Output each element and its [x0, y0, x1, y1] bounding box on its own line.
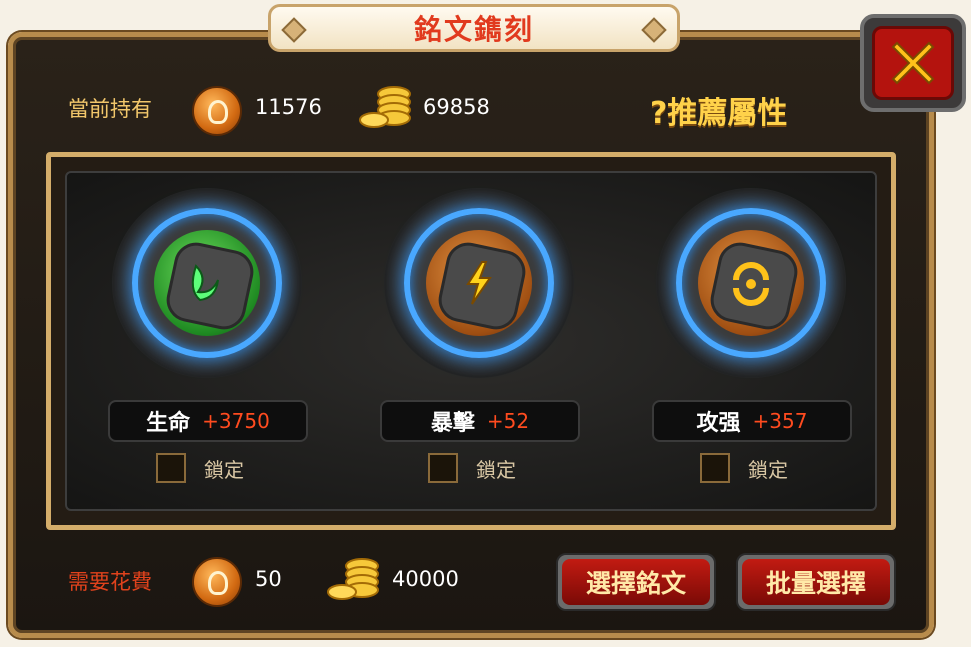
stat-name: 生命 — [146, 411, 191, 436]
stat-value: +52 — [486, 409, 530, 433]
stat-box: 暴擊 +52 — [380, 400, 580, 442]
gold-holdings-amount: 69858 — [423, 95, 490, 119]
stat-value: +3750 — [202, 409, 270, 433]
lock-label: 鎖定 — [204, 457, 244, 482]
cost-label: 需要花費 — [68, 570, 152, 594]
close-button[interactable] — [860, 14, 966, 112]
lock-toggle[interactable]: 鎖定 — [156, 453, 244, 483]
select-inscription-label: 選擇銘文 — [585, 569, 686, 598]
inscription-slot-3[interactable]: 攻强 +357 鎖定 — [642, 170, 862, 500]
gold-coins-icon — [327, 558, 379, 600]
circle-rune-icon — [733, 262, 769, 306]
lightning-rune-icon — [466, 261, 492, 305]
rune-medallion — [384, 188, 574, 378]
rune-medallion — [112, 188, 302, 378]
stat-box: 生命 +3750 — [108, 400, 308, 442]
leaf-rune-icon — [191, 264, 219, 302]
diamond-ornament-icon — [641, 17, 667, 43]
rune-medallion — [656, 188, 846, 378]
stat-name: 攻强 — [696, 411, 741, 436]
rune-currency-icon — [192, 86, 242, 136]
lock-toggle[interactable]: 鎖定 — [700, 453, 788, 483]
lock-checkbox[interactable] — [156, 453, 186, 483]
stat-name: 暴擊 — [430, 411, 475, 436]
lock-checkbox[interactable] — [428, 453, 458, 483]
close-icon — [891, 41, 935, 85]
gold-coins-icon — [359, 86, 411, 128]
lock-label: 鎖定 — [748, 457, 788, 482]
stat-value: +357 — [752, 409, 808, 433]
lock-toggle[interactable]: 鎖定 — [428, 453, 516, 483]
lock-label: 鎖定 — [476, 457, 516, 482]
batch-select-button[interactable]: 批量選擇 — [736, 553, 896, 611]
inscription-slot-2[interactable]: 暴擊 +52 鎖定 — [370, 170, 590, 500]
dialog-title: 銘文鐫刻 — [413, 13, 534, 46]
inscription-slot-1[interactable]: 生命 +3750 鎖定 — [98, 170, 318, 500]
lock-checkbox[interactable] — [700, 453, 730, 483]
rune-holdings-amount: 11576 — [255, 95, 322, 119]
title-plate: 銘文鐫刻 — [268, 4, 680, 52]
stat-box: 攻强 +357 — [652, 400, 852, 442]
gold-cost-amount: 40000 — [392, 567, 459, 591]
select-inscription-button[interactable]: 選擇銘文 — [556, 553, 716, 611]
holdings-label: 當前持有 — [68, 97, 152, 121]
rune-currency-icon — [192, 557, 242, 607]
diamond-ornament-icon — [281, 17, 307, 43]
rune-cost-amount: 50 — [255, 567, 282, 591]
batch-select-label: 批量選擇 — [765, 569, 866, 598]
recommend-attributes-link[interactable]: ?推薦屬性 — [650, 88, 787, 132]
